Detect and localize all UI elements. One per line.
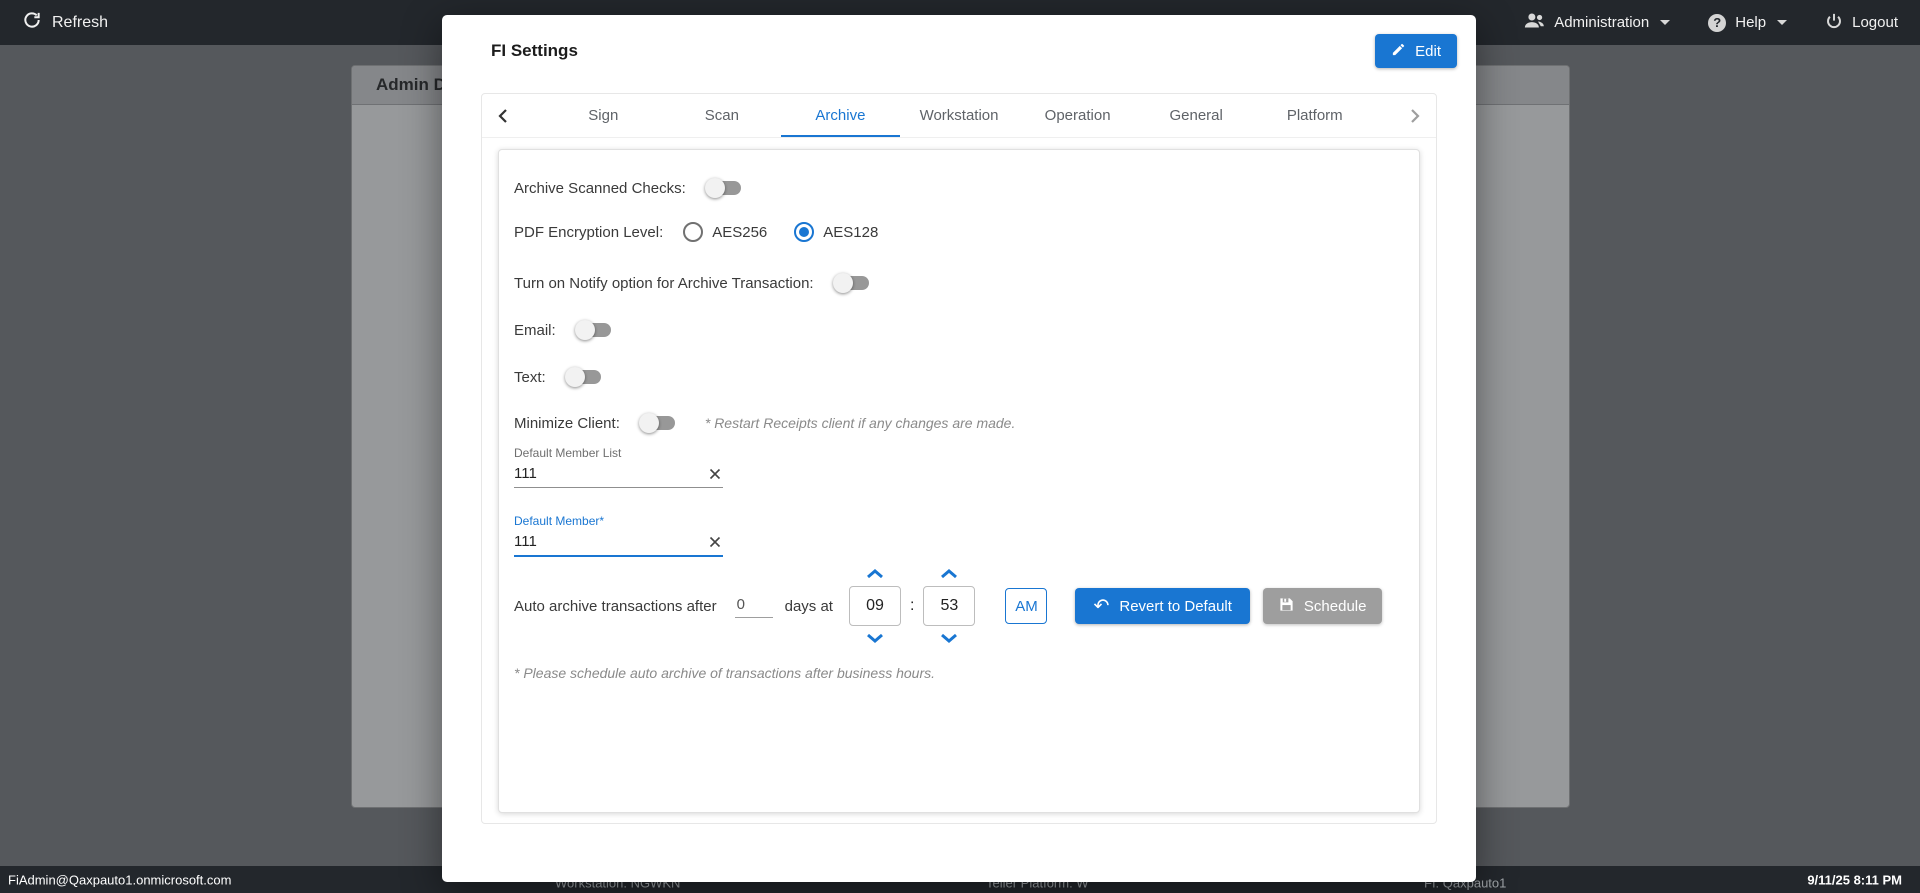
- dialog-title: FI Settings: [491, 41, 578, 61]
- minute-up-icon[interactable]: [940, 569, 958, 579]
- days-at-label: days at: [785, 598, 833, 615]
- archive-scanned-checks-toggle[interactable]: [708, 181, 741, 195]
- notify-label: Turn on Notify option for Archive Transa…: [514, 275, 814, 292]
- email-row: Email:: [514, 317, 619, 343]
- minimize-client-toggle[interactable]: [642, 416, 675, 430]
- schedule-button[interactable]: Schedule: [1263, 588, 1383, 624]
- tab-general[interactable]: General: [1137, 94, 1256, 137]
- save-icon: [1279, 597, 1294, 616]
- default-member-list-input[interactable]: [514, 465, 707, 482]
- tabs-scroll-left-button[interactable]: [488, 94, 518, 137]
- minimize-client-row: Minimize Client: * Restart Receipts clie…: [514, 410, 1015, 436]
- minimize-client-label: Minimize Client:: [514, 415, 620, 432]
- hour-spinner: [849, 569, 901, 643]
- administration-icon: [1524, 12, 1545, 33]
- pdf-encryption-radio-group: AES256 AES128: [683, 222, 896, 242]
- notify-toggle[interactable]: [836, 276, 869, 290]
- tabs-scroll-right-button[interactable]: [1400, 94, 1430, 137]
- default-member-list-label: Default Member List: [514, 446, 723, 460]
- aes128-radio[interactable]: [794, 222, 814, 242]
- revert-to-default-label: Revert to Default: [1119, 598, 1232, 615]
- tab-operation[interactable]: Operation: [1018, 94, 1137, 137]
- minute-spinner: [923, 569, 975, 643]
- top-bar-menu: Administration ? Help Logout: [1524, 12, 1898, 34]
- edit-button-label: Edit: [1415, 43, 1441, 60]
- aes256-label: AES256: [712, 224, 767, 241]
- tabs-strip: Sign Scan Archive Workstation Operation …: [518, 94, 1400, 137]
- tab-bar: Sign Scan Archive Workstation Operation …: [482, 94, 1436, 138]
- hour-up-icon[interactable]: [866, 569, 884, 579]
- text-toggle[interactable]: [568, 370, 601, 384]
- default-member-field: Default Member*: [514, 514, 723, 557]
- revert-to-default-button[interactable]: ↶ Revert to Default: [1075, 588, 1249, 624]
- administration-label: Administration: [1554, 14, 1649, 31]
- text-label: Text:: [514, 369, 546, 386]
- help-label: Help: [1735, 14, 1766, 31]
- minimize-client-note: * Restart Receipts client if any changes…: [705, 415, 1016, 431]
- refresh-icon: [22, 10, 42, 35]
- chevron-down-icon: [1777, 20, 1787, 25]
- help-menu[interactable]: ? Help: [1708, 14, 1787, 32]
- email-label: Email:: [514, 322, 556, 339]
- archive-settings-card: Archive Scanned Checks: PDF Encryption L…: [498, 149, 1420, 813]
- email-toggle[interactable]: [578, 323, 611, 337]
- status-datetime: 9/11/25 8:11 PM: [1807, 872, 1902, 887]
- default-member-list-field: Default Member List: [514, 446, 723, 488]
- aes128-label: AES128: [823, 224, 878, 241]
- tab-workstation[interactable]: Workstation: [900, 94, 1019, 137]
- tab-archive[interactable]: Archive: [781, 94, 900, 137]
- dialog-header: FI Settings Edit: [442, 15, 1476, 68]
- admin-dashboard-title: Admin D: [376, 75, 446, 95]
- auto-archive-label: Auto archive transactions after: [514, 598, 717, 615]
- status-user: FiAdmin@Qaxpauto1.onmicrosoft.com: [8, 872, 231, 887]
- tab-platform[interactable]: Platform: [1255, 94, 1374, 137]
- text-row: Text:: [514, 364, 609, 390]
- default-member-label: Default Member*: [514, 514, 723, 528]
- settings-tabs-container: Sign Scan Archive Workstation Operation …: [481, 93, 1437, 824]
- logout-label: Logout: [1852, 14, 1898, 31]
- hour-input[interactable]: [849, 586, 901, 626]
- notify-row: Turn on Notify option for Archive Transa…: [514, 270, 877, 296]
- minute-input[interactable]: [923, 586, 975, 626]
- logout-button[interactable]: Logout: [1825, 12, 1898, 34]
- fi-settings-dialog: FI Settings Edit Sign Scan Archive Works…: [442, 15, 1476, 882]
- meridiem-button[interactable]: AM: [1005, 588, 1047, 624]
- archive-scanned-checks-label: Archive Scanned Checks:: [514, 180, 686, 197]
- schedule-label: Schedule: [1304, 598, 1367, 615]
- pencil-icon: [1391, 42, 1406, 61]
- tab-scan[interactable]: Scan: [663, 94, 782, 137]
- hour-down-icon[interactable]: [866, 633, 884, 643]
- aes256-radio[interactable]: [683, 222, 703, 242]
- refresh-label: Refresh: [52, 14, 108, 32]
- refresh-button[interactable]: Refresh: [22, 10, 108, 35]
- auto-archive-days-input[interactable]: [735, 594, 773, 618]
- archive-scanned-checks-row: Archive Scanned Checks:: [514, 175, 749, 201]
- edit-button[interactable]: Edit: [1375, 34, 1457, 68]
- pdf-encryption-label: PDF Encryption Level:: [514, 224, 663, 241]
- auto-archive-row: Auto archive transactions after days at …: [514, 562, 1382, 650]
- default-member-input[interactable]: [514, 533, 707, 550]
- help-icon: ?: [1708, 14, 1726, 32]
- screen: Refresh Administration ? Help Logout: [0, 0, 1920, 893]
- administration-menu[interactable]: Administration: [1524, 12, 1670, 33]
- time-separator: :: [910, 597, 914, 615]
- default-member-input-line: [514, 530, 723, 557]
- undo-icon: ↶: [1093, 597, 1109, 616]
- default-member-list-input-line: [514, 462, 723, 488]
- clear-icon[interactable]: [707, 468, 723, 480]
- chevron-down-icon: [1660, 20, 1670, 25]
- minute-down-icon[interactable]: [940, 633, 958, 643]
- power-icon: [1825, 12, 1843, 34]
- auto-archive-note: * Please schedule auto archive of transa…: [514, 665, 935, 681]
- tab-sign[interactable]: Sign: [544, 94, 663, 137]
- clear-icon[interactable]: [707, 536, 723, 548]
- pdf-encryption-row: PDF Encryption Level: AES256 AES128: [514, 219, 896, 245]
